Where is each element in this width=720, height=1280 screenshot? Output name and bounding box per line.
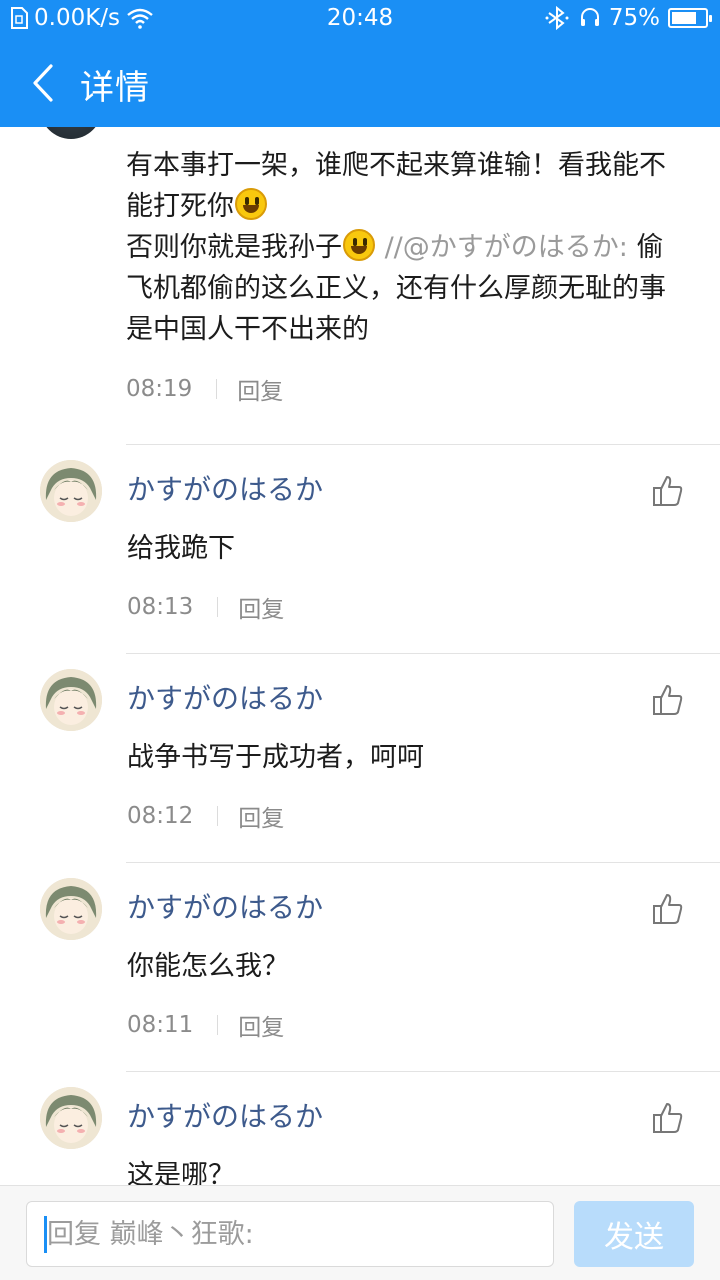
comment-meta: 08:19 回复 <box>126 372 686 406</box>
divider <box>126 444 720 445</box>
reply-input-bar: 发送 <box>0 1185 720 1280</box>
reply-link[interactable]: 回复 <box>238 1008 284 1042</box>
comment-line-1: 有本事打一架，谁爬不起来算谁输！看我能不能打死你 <box>126 150 666 222</box>
status-bar: 0.00K/s 20:48 75% <box>0 0 720 38</box>
reply-link[interactable]: 回复 <box>238 799 284 833</box>
reply-text: 战争书写于成功者，呵呵 <box>127 742 424 773</box>
battery-fill <box>672 12 696 24</box>
status-right: 75% <box>545 5 712 31</box>
chevron-left-icon <box>33 64 53 102</box>
avatar[interactable] <box>40 669 102 731</box>
list-item: かすがのはるか 你能怎么我？ 08:11 回复 <box>0 862 720 1071</box>
comment-body: 有本事打一架，谁爬不起来算谁输！看我能不能打死你 否则你就是我孙子 //@かすが… <box>126 145 686 350</box>
like-button[interactable] <box>652 892 684 926</box>
headset-icon <box>580 8 599 26</box>
reply-time: 08:13 <box>127 594 194 620</box>
comment-time: 08:19 <box>126 376 193 402</box>
username[interactable]: かすがのはるか <box>127 677 323 717</box>
list-item: かすがのはるか 战争书写于成功者，呵呵 08:12 回复 <box>0 653 720 862</box>
anime-avatar-icon <box>40 1087 102 1149</box>
like-button[interactable] <box>652 683 684 717</box>
smile-emoji-icon <box>235 188 267 220</box>
divider <box>217 1015 219 1035</box>
anime-avatar-icon <box>40 460 102 522</box>
thumbs-up-icon <box>653 894 683 924</box>
anime-avatar-icon <box>40 669 102 731</box>
thumbs-up-icon <box>653 476 683 506</box>
username[interactable]: かすがのはるか <box>127 886 323 926</box>
divider <box>216 379 218 399</box>
bluetooth-icon <box>545 6 569 30</box>
smile-emoji-icon <box>343 229 375 261</box>
back-button[interactable] <box>18 58 68 108</box>
title-bar: 详情 <box>0 38 720 127</box>
reply-input[interactable] <box>47 1202 547 1266</box>
reply-meta: 08:13 回复 <box>127 590 284 624</box>
divider <box>126 862 720 863</box>
list-item: かすがのはるか 这是哪？ <box>0 1071 720 1185</box>
reply-time: 08:11 <box>127 1012 194 1038</box>
anime-avatar-icon <box>40 878 102 940</box>
reply-text: 这是哪？ <box>127 1160 235 1185</box>
reply-time: 08:12 <box>127 803 194 829</box>
main-comment: 有本事打一架，谁爬不起来算谁输！看我能不能打死你 否则你就是我孙子 //@かすが… <box>126 145 686 406</box>
divider <box>217 597 219 617</box>
page-title: 详情 <box>80 68 150 108</box>
thumbs-up-icon <box>653 685 683 715</box>
avatar[interactable] <box>40 878 102 940</box>
reply-link[interactable]: 回复 <box>238 590 284 624</box>
username[interactable]: かすがのはるか <box>127 1095 323 1135</box>
reply-meta: 08:12 回复 <box>127 799 284 833</box>
reply-link[interactable]: 回复 <box>237 372 283 406</box>
send-button[interactable]: 发送 <box>574 1201 694 1267</box>
divider <box>126 653 720 654</box>
like-button[interactable] <box>652 474 684 508</box>
comment-list[interactable]: 有本事打一架，谁爬不起来算谁输！看我能不能打死你 否则你就是我孙子 //@かすが… <box>0 127 720 1185</box>
quoted-user[interactable]: //@かすがのはるか: <box>376 232 636 263</box>
reply-text: 你能怎么我？ <box>127 951 289 982</box>
divider <box>217 806 219 826</box>
avatar[interactable] <box>40 1087 102 1149</box>
reply-input-container[interactable] <box>26 1201 554 1267</box>
avatar[interactable] <box>40 127 102 139</box>
comment-line-2: 否则你就是我孙子 <box>126 232 342 263</box>
avatar[interactable] <box>40 460 102 522</box>
divider <box>126 1071 720 1072</box>
reply-meta: 08:11 回复 <box>127 1008 284 1042</box>
like-button[interactable] <box>652 1101 684 1135</box>
list-item: かすがのはるか 给我跪下 08:13 回复 <box>0 444 720 653</box>
username[interactable]: かすがのはるか <box>127 468 323 508</box>
battery-percent: 75% <box>608 5 660 31</box>
battery-icon <box>668 8 712 28</box>
thumbs-up-icon <box>653 1103 683 1133</box>
reply-text: 给我跪下 <box>127 533 235 564</box>
